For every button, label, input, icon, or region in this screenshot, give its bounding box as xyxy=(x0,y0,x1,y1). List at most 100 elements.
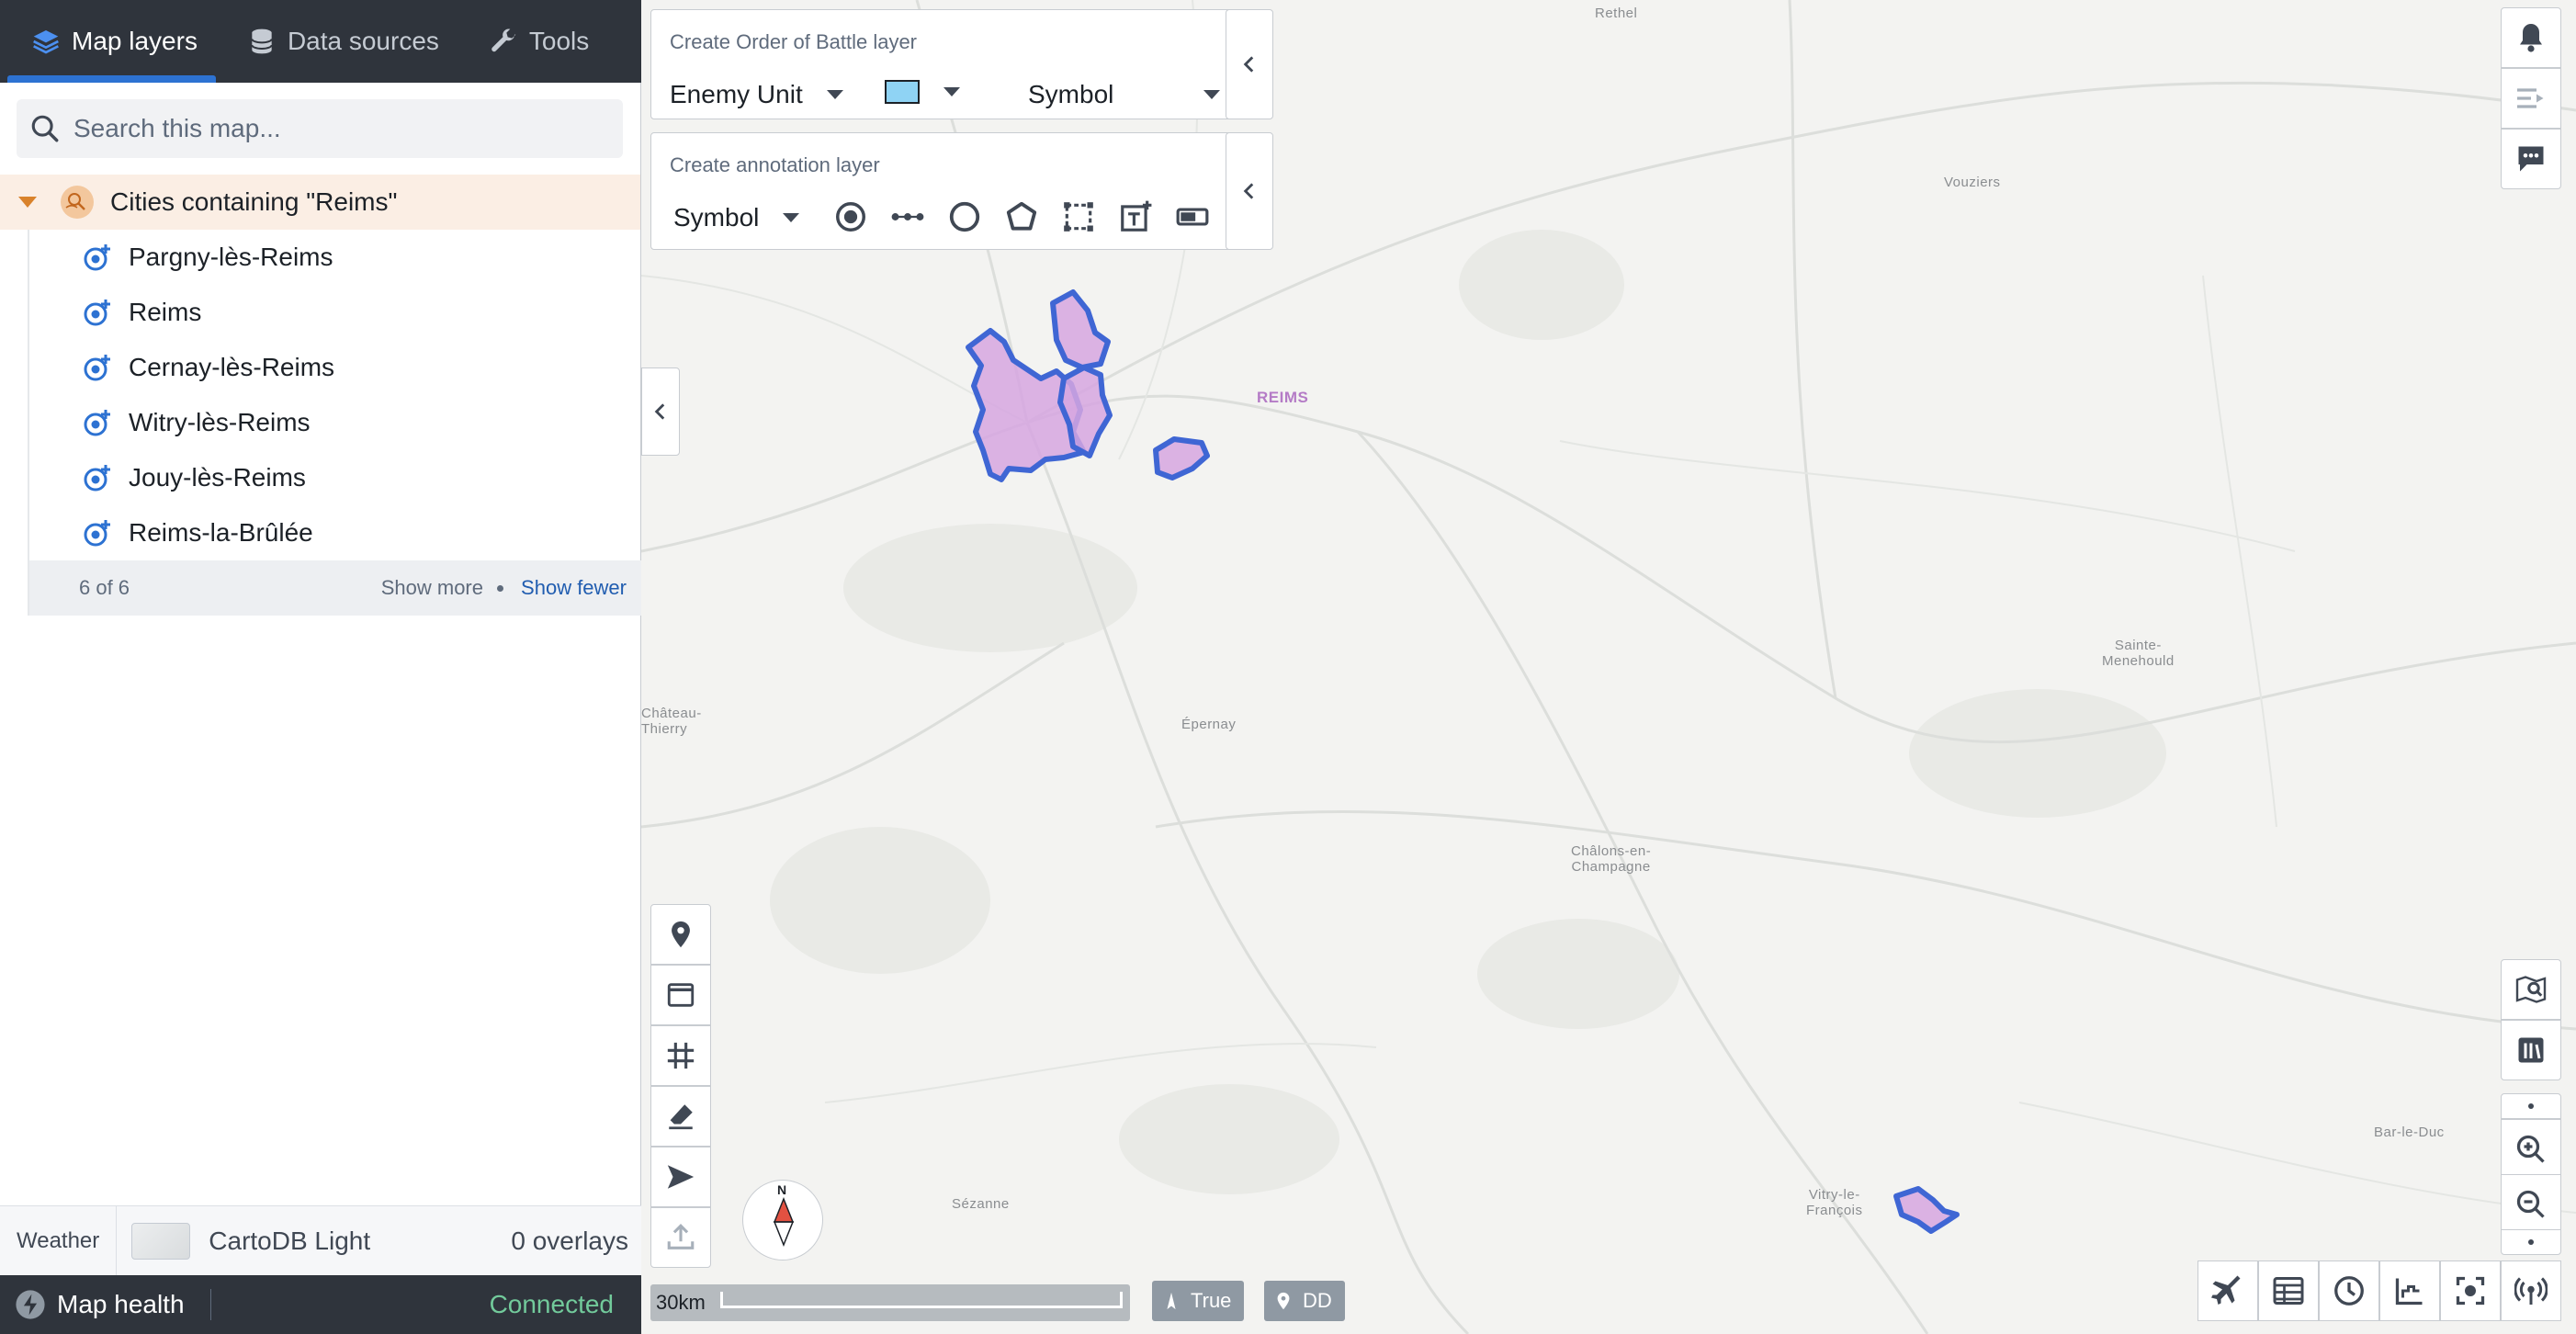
label-tool-icon[interactable] xyxy=(1175,199,1210,234)
search-input[interactable] xyxy=(73,114,606,143)
target-plus-icon xyxy=(84,520,110,547)
add-pin-button[interactable] xyxy=(650,904,711,965)
style-dropdown[interactable]: Symbol xyxy=(1028,80,1221,109)
tab-label: Map layers xyxy=(72,27,198,55)
tab-map-layers[interactable]: Map layers xyxy=(0,0,216,83)
chart-icon xyxy=(2395,1278,2423,1306)
chevron-left-icon xyxy=(1243,183,1254,199)
browser-window-icon xyxy=(667,983,695,1007)
compass-needle-icon xyxy=(773,1197,795,1247)
text-tool-icon[interactable] xyxy=(1118,199,1153,234)
show-fewer-link[interactable]: Show fewer xyxy=(521,576,627,600)
list-footer: 6 of 6 Show more Show fewer xyxy=(29,560,641,616)
line-tool-icon[interactable] xyxy=(890,199,925,234)
table-button[interactable] xyxy=(2258,1261,2319,1321)
list-item[interactable]: Witry-lès-Reims xyxy=(29,395,641,450)
map-label-sezanne: Sézanne xyxy=(952,1196,1010,1212)
eraser-icon xyxy=(669,1104,693,1130)
wrench-icon xyxy=(491,28,516,52)
annotation-style-dropdown[interactable]: Symbol xyxy=(673,203,800,232)
map-label-vouziers: Vouziers xyxy=(1944,175,2001,190)
search-box[interactable] xyxy=(17,99,623,158)
list-item[interactable]: Reims xyxy=(29,285,641,340)
caret-down-icon[interactable] xyxy=(18,197,37,208)
eraser-button[interactable] xyxy=(650,1086,711,1147)
library-button[interactable] xyxy=(2501,1020,2561,1080)
coordinate-format-toggle[interactable]: DD xyxy=(1264,1281,1345,1321)
collapse-oob-button[interactable] xyxy=(1226,9,1273,119)
elevation-chart-button[interactable] xyxy=(2379,1261,2440,1321)
dot-icon xyxy=(2528,1103,2534,1109)
timeline-button[interactable] xyxy=(2501,68,2561,129)
weather-button[interactable]: Weather xyxy=(0,1205,118,1276)
grid-icon xyxy=(667,1042,695,1069)
panel-tab-bar: Map layers Data sources Tools xyxy=(0,0,641,83)
zoom-out-icon xyxy=(2516,1190,2545,1218)
unit-dropdown[interactable]: Enemy Unit xyxy=(670,80,843,109)
grid-button[interactable] xyxy=(650,1025,711,1086)
list-arrow-icon xyxy=(2517,88,2544,108)
basemap-name[interactable]: CartoDB Light xyxy=(209,1227,370,1256)
list-item[interactable]: Reims-la-Brûlée xyxy=(29,505,641,560)
map-pin-icon xyxy=(1277,1292,1290,1310)
rectangle-tool-icon[interactable] xyxy=(1061,199,1096,234)
polygon-tool-icon[interactable] xyxy=(1004,199,1039,234)
window-button[interactable] xyxy=(650,965,711,1025)
zoom-handle-top[interactable] xyxy=(2501,1093,2561,1119)
live-feed-button[interactable] xyxy=(2501,1261,2561,1321)
send-button[interactable] xyxy=(650,1147,711,1207)
show-more-link[interactable]: Show more xyxy=(381,576,483,600)
north-reference-label: True xyxy=(1191,1289,1232,1312)
list-item[interactable]: Cernay-lès-Reims xyxy=(29,340,641,395)
point-tool-icon[interactable] xyxy=(833,199,868,234)
color-dropdown[interactable] xyxy=(885,80,960,104)
card-title: Create annotation layer xyxy=(670,153,880,176)
caret-down-icon xyxy=(943,87,960,96)
zoom-handle-bottom[interactable] xyxy=(2501,1229,2561,1255)
layer-group-header[interactable]: Cities containing "Reims" xyxy=(0,175,640,230)
map-search-icon xyxy=(2515,976,2547,1003)
list-item-label: Reims xyxy=(129,298,202,326)
collapse-annotation-button[interactable] xyxy=(1226,132,1273,250)
tab-label: Tools xyxy=(528,27,590,55)
north-reference-toggle[interactable]: True xyxy=(1152,1281,1245,1321)
export-button[interactable] xyxy=(650,1207,711,1268)
list-item[interactable]: Jouy-lès-Reims xyxy=(29,450,641,505)
unit-dropdown-value: Enemy Unit xyxy=(670,80,803,108)
compass-button[interactable]: N xyxy=(742,1180,823,1261)
tab-tools[interactable]: Tools xyxy=(458,0,607,83)
flight-button[interactable] xyxy=(2198,1261,2258,1321)
north-arrow-icon xyxy=(1167,1292,1176,1310)
coordinate-format-label: DD xyxy=(1303,1289,1332,1312)
divider xyxy=(209,1289,211,1320)
focus-button[interactable] xyxy=(2440,1261,2501,1321)
target-plus-icon xyxy=(84,244,110,271)
circle-tool-icon[interactable] xyxy=(947,199,982,234)
map-canvas[interactable]: Rethel Vouziers REIMS Sainte- Menehould … xyxy=(641,0,2576,1334)
upload-icon xyxy=(667,1224,695,1249)
list-item-label: Jouy-lès-Reims xyxy=(129,463,306,492)
history-button[interactable] xyxy=(2319,1261,2379,1321)
map-label-epernay: Épernay xyxy=(1181,717,1237,732)
result-count: 6 of 6 xyxy=(79,576,130,599)
overlay-count[interactable]: 0 overlays xyxy=(511,1227,628,1256)
scale-bar: 30km xyxy=(650,1284,1130,1321)
tab-label: Data sources xyxy=(287,27,439,55)
comments-button[interactable] xyxy=(2501,129,2561,189)
map-pin-icon xyxy=(672,921,690,948)
list-item[interactable]: Pargny-lès-Reims xyxy=(29,230,641,285)
map-search-button[interactable] xyxy=(2501,959,2561,1020)
search-layer-icon xyxy=(61,186,94,219)
collapse-left-panel-button[interactable] xyxy=(641,367,680,456)
tab-data-sources[interactable]: Data sources xyxy=(216,0,458,83)
map-health-button[interactable]: Map health xyxy=(57,1290,185,1319)
zoom-out-button[interactable] xyxy=(2501,1174,2561,1235)
basemap-thumbnail[interactable] xyxy=(131,1222,191,1260)
annotation-style-value: Symbol xyxy=(673,203,760,232)
style-dropdown-value: Symbol xyxy=(1028,80,1114,108)
zoom-in-button[interactable] xyxy=(2501,1119,2561,1180)
target-plus-icon xyxy=(84,355,110,381)
notifications-button[interactable] xyxy=(2501,7,2561,68)
send-icon xyxy=(667,1165,695,1189)
bell-icon xyxy=(2520,24,2542,52)
